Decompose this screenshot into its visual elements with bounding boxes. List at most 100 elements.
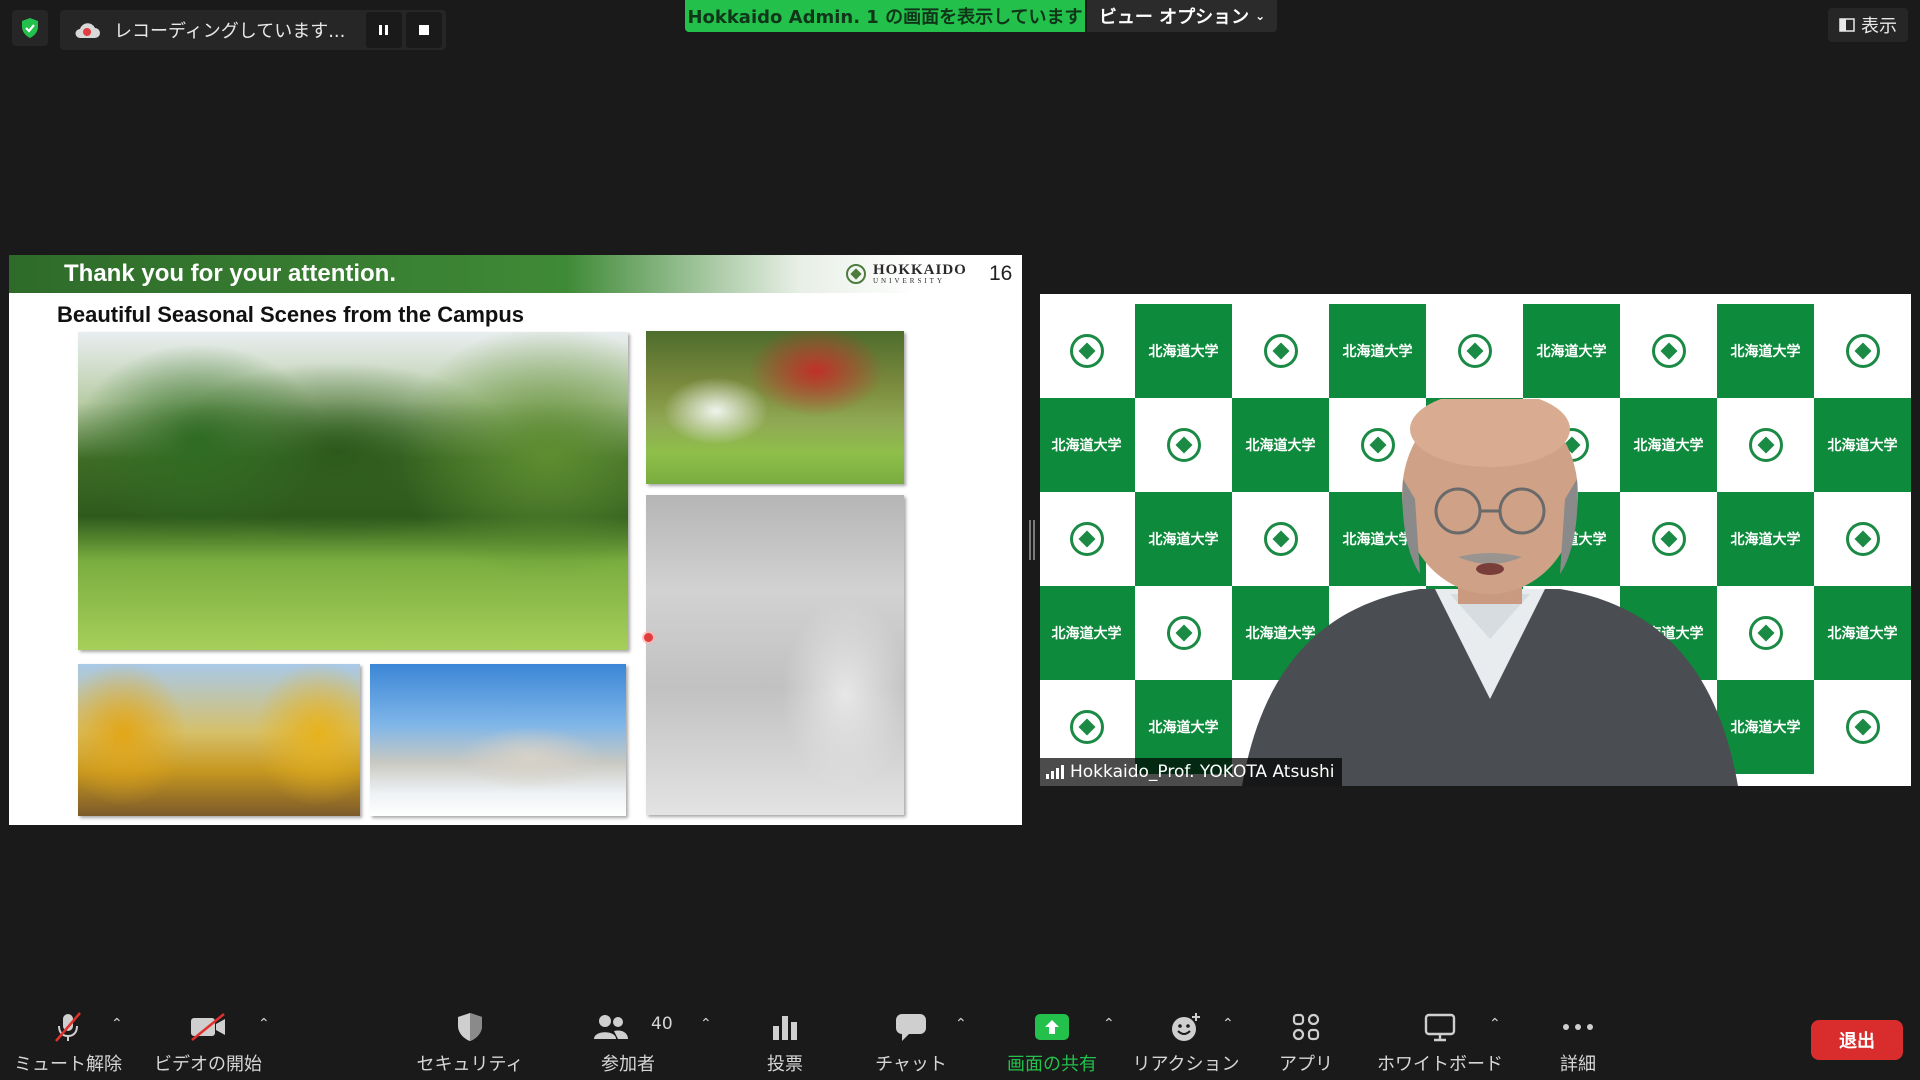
video-off-icon (188, 1010, 228, 1044)
participants-button[interactable]: 参加者 (580, 990, 676, 1080)
reactions-options-caret-icon[interactable]: ⌃ (1222, 1016, 1234, 1032)
university-emblem-icon (1166, 428, 1201, 462)
video-options-caret-icon[interactable]: ⌃ (258, 1016, 270, 1032)
participant-count: 40 (651, 1014, 673, 1034)
security-label: セキュリティ (416, 1054, 524, 1075)
bar-chart-icon (770, 1010, 800, 1044)
backdrop-emblem-tile (1814, 304, 1911, 398)
backdrop-emblem-tile (1135, 398, 1232, 492)
unmute-button[interactable]: ミュート解除 (10, 990, 126, 1080)
audio-options-caret-icon[interactable]: ⌃ (111, 1016, 123, 1032)
leave-meeting-button[interactable]: 退出 (1811, 1020, 1903, 1060)
pause-recording-button[interactable] (366, 12, 402, 48)
apps-button[interactable]: アプリ (1266, 990, 1346, 1080)
logo-sub-text: UNIVERSITY (873, 276, 945, 285)
chat-label: チャット (875, 1054, 947, 1075)
university-emblem-icon (1166, 616, 1201, 650)
share-options-caret-icon[interactable]: ⌃ (1103, 1016, 1115, 1032)
smiley-plus-icon (1169, 1010, 1203, 1044)
pane-splitter-handle[interactable] (1029, 520, 1035, 560)
more-dots-icon (1561, 1010, 1595, 1044)
backdrop-text: 北海道大学 (1827, 438, 1898, 454)
microphone-muted-icon (51, 1010, 85, 1044)
recording-bar: レコーディングしています... (60, 10, 446, 50)
cloud-recording-icon (60, 20, 114, 40)
participant-name: Hokkaido_Prof. YOKOTA Atsushi (1070, 762, 1335, 782)
logo-main-text: HOKKAIDO (873, 261, 967, 278)
university-emblem-icon (1651, 334, 1686, 368)
chat-bubble-icon (894, 1010, 928, 1044)
reactions-button[interactable]: リアクション (1132, 990, 1240, 1080)
participant-video[interactable]: 北海道大学 北海道大学 北海道大学 北海道大学 北海道大学 北海道大学 北海道大学 北海道大学… (1040, 294, 1911, 786)
backdrop-text-tile: 北海道大学 (1135, 492, 1232, 586)
polls-button[interactable]: 投票 (740, 990, 830, 1080)
university-emblem-icon (846, 264, 866, 284)
backdrop-emblem-tile (1232, 304, 1329, 398)
slide-title: Thank you for your attention. (64, 260, 397, 287)
backdrop-emblem-tile (1040, 492, 1135, 586)
backdrop-text-tile: 北海道大学 (1135, 304, 1232, 398)
more-button[interactable]: 詳細 (1538, 990, 1618, 1080)
summer-campus-photo (78, 332, 628, 650)
unmute-label: ミュート解除 (14, 1054, 122, 1075)
backdrop-emblem-tile (1135, 586, 1232, 680)
speaker-figure (1242, 399, 1738, 786)
share-screen-label: 画面の共有 (1007, 1054, 1097, 1075)
winter-snow-trees-photo (646, 495, 904, 815)
view-options-button[interactable]: ビュー オプション ⌄ (1087, 0, 1277, 32)
backdrop-text-tile: 北海道大学 (1814, 398, 1911, 492)
university-emblem-icon (1069, 522, 1104, 556)
participants-options-caret-icon[interactable]: ⌃ (700, 1016, 712, 1032)
signal-strength-icon (1046, 765, 1064, 779)
chat-button[interactable]: チャット (866, 990, 956, 1080)
backdrop-text: 北海道大学 (1730, 344, 1801, 360)
backdrop-text: 北海道大学 (1051, 626, 1122, 642)
show-panel-label: 表示 (1861, 16, 1897, 37)
backdrop-emblem-tile (1040, 304, 1135, 398)
whiteboard-options-caret-icon[interactable]: ⌃ (1489, 1016, 1501, 1032)
stop-recording-button[interactable] (406, 12, 442, 48)
meeting-toolbar: ミュート解除 ⌃ ビデオの開始 ⌃ セキュリティ 参加者 40 ⌃ 投票 チャッ… (0, 990, 1920, 1080)
backdrop-text: 北海道大学 (1342, 344, 1413, 360)
backdrop-emblem-tile (1814, 680, 1911, 774)
backdrop-text: 北海道大学 (1536, 344, 1607, 360)
whiteboard-icon (1423, 1010, 1457, 1044)
screen-share-banner: Hokkaido Admin. 1 の画面を表示しています (685, 0, 1085, 32)
show-panel-button[interactable]: 表示 (1828, 8, 1908, 42)
university-emblem-icon (1845, 334, 1880, 368)
university-emblem-icon (1845, 710, 1880, 744)
start-video-button[interactable]: ビデオの開始 (150, 990, 266, 1080)
security-shield-icon[interactable] (12, 10, 48, 46)
university-emblem-icon (1263, 334, 1298, 368)
university-logo: HOKKAIDO UNIVERSITY (845, 261, 967, 285)
snowy-building-photo (370, 664, 626, 816)
laser-pointer (644, 633, 653, 642)
autumn-garden-photo (646, 331, 904, 484)
security-button[interactable]: セキュリティ (417, 990, 523, 1080)
participants-label: 参加者 (601, 1054, 655, 1075)
university-emblem-icon (1069, 334, 1104, 368)
chat-options-caret-icon[interactable]: ⌃ (955, 1016, 967, 1032)
share-screen-icon (1034, 1010, 1070, 1044)
participant-name-label: Hokkaido_Prof. YOKOTA Atsushi (1040, 758, 1343, 786)
backdrop-text: 北海道大学 (1827, 626, 1898, 642)
backdrop-emblem-tile (1814, 492, 1911, 586)
backdrop-emblem-tile (1620, 304, 1717, 398)
polls-label: 投票 (767, 1054, 803, 1075)
view-options-label: ビュー オプション (1098, 7, 1250, 28)
whiteboard-button[interactable]: ホワイトボード (1377, 990, 1503, 1080)
backdrop-text-tile: 北海道大学 (1814, 586, 1911, 680)
share-screen-button[interactable]: 画面の共有 (1000, 990, 1104, 1080)
ginkgo-avenue-photo (78, 664, 360, 816)
chevron-down-icon: ⌄ (1255, 9, 1266, 23)
slide-page-number: 16 (989, 262, 1013, 285)
university-emblem-icon (1457, 334, 1492, 368)
participants-icon (592, 1010, 630, 1044)
backdrop-text: 北海道大学 (1148, 532, 1219, 548)
shared-slide: Thank you for your attention. HOKKAIDO U… (9, 255, 1022, 825)
shield-icon (455, 1010, 485, 1044)
slide-subtitle: Beautiful Seasonal Scenes from the Campu… (57, 302, 525, 327)
reactions-label: リアクション (1132, 1054, 1240, 1075)
backdrop-text-tile: 北海道大学 (1040, 398, 1135, 492)
backdrop-text-tile: 北海道大学 (1717, 304, 1814, 398)
